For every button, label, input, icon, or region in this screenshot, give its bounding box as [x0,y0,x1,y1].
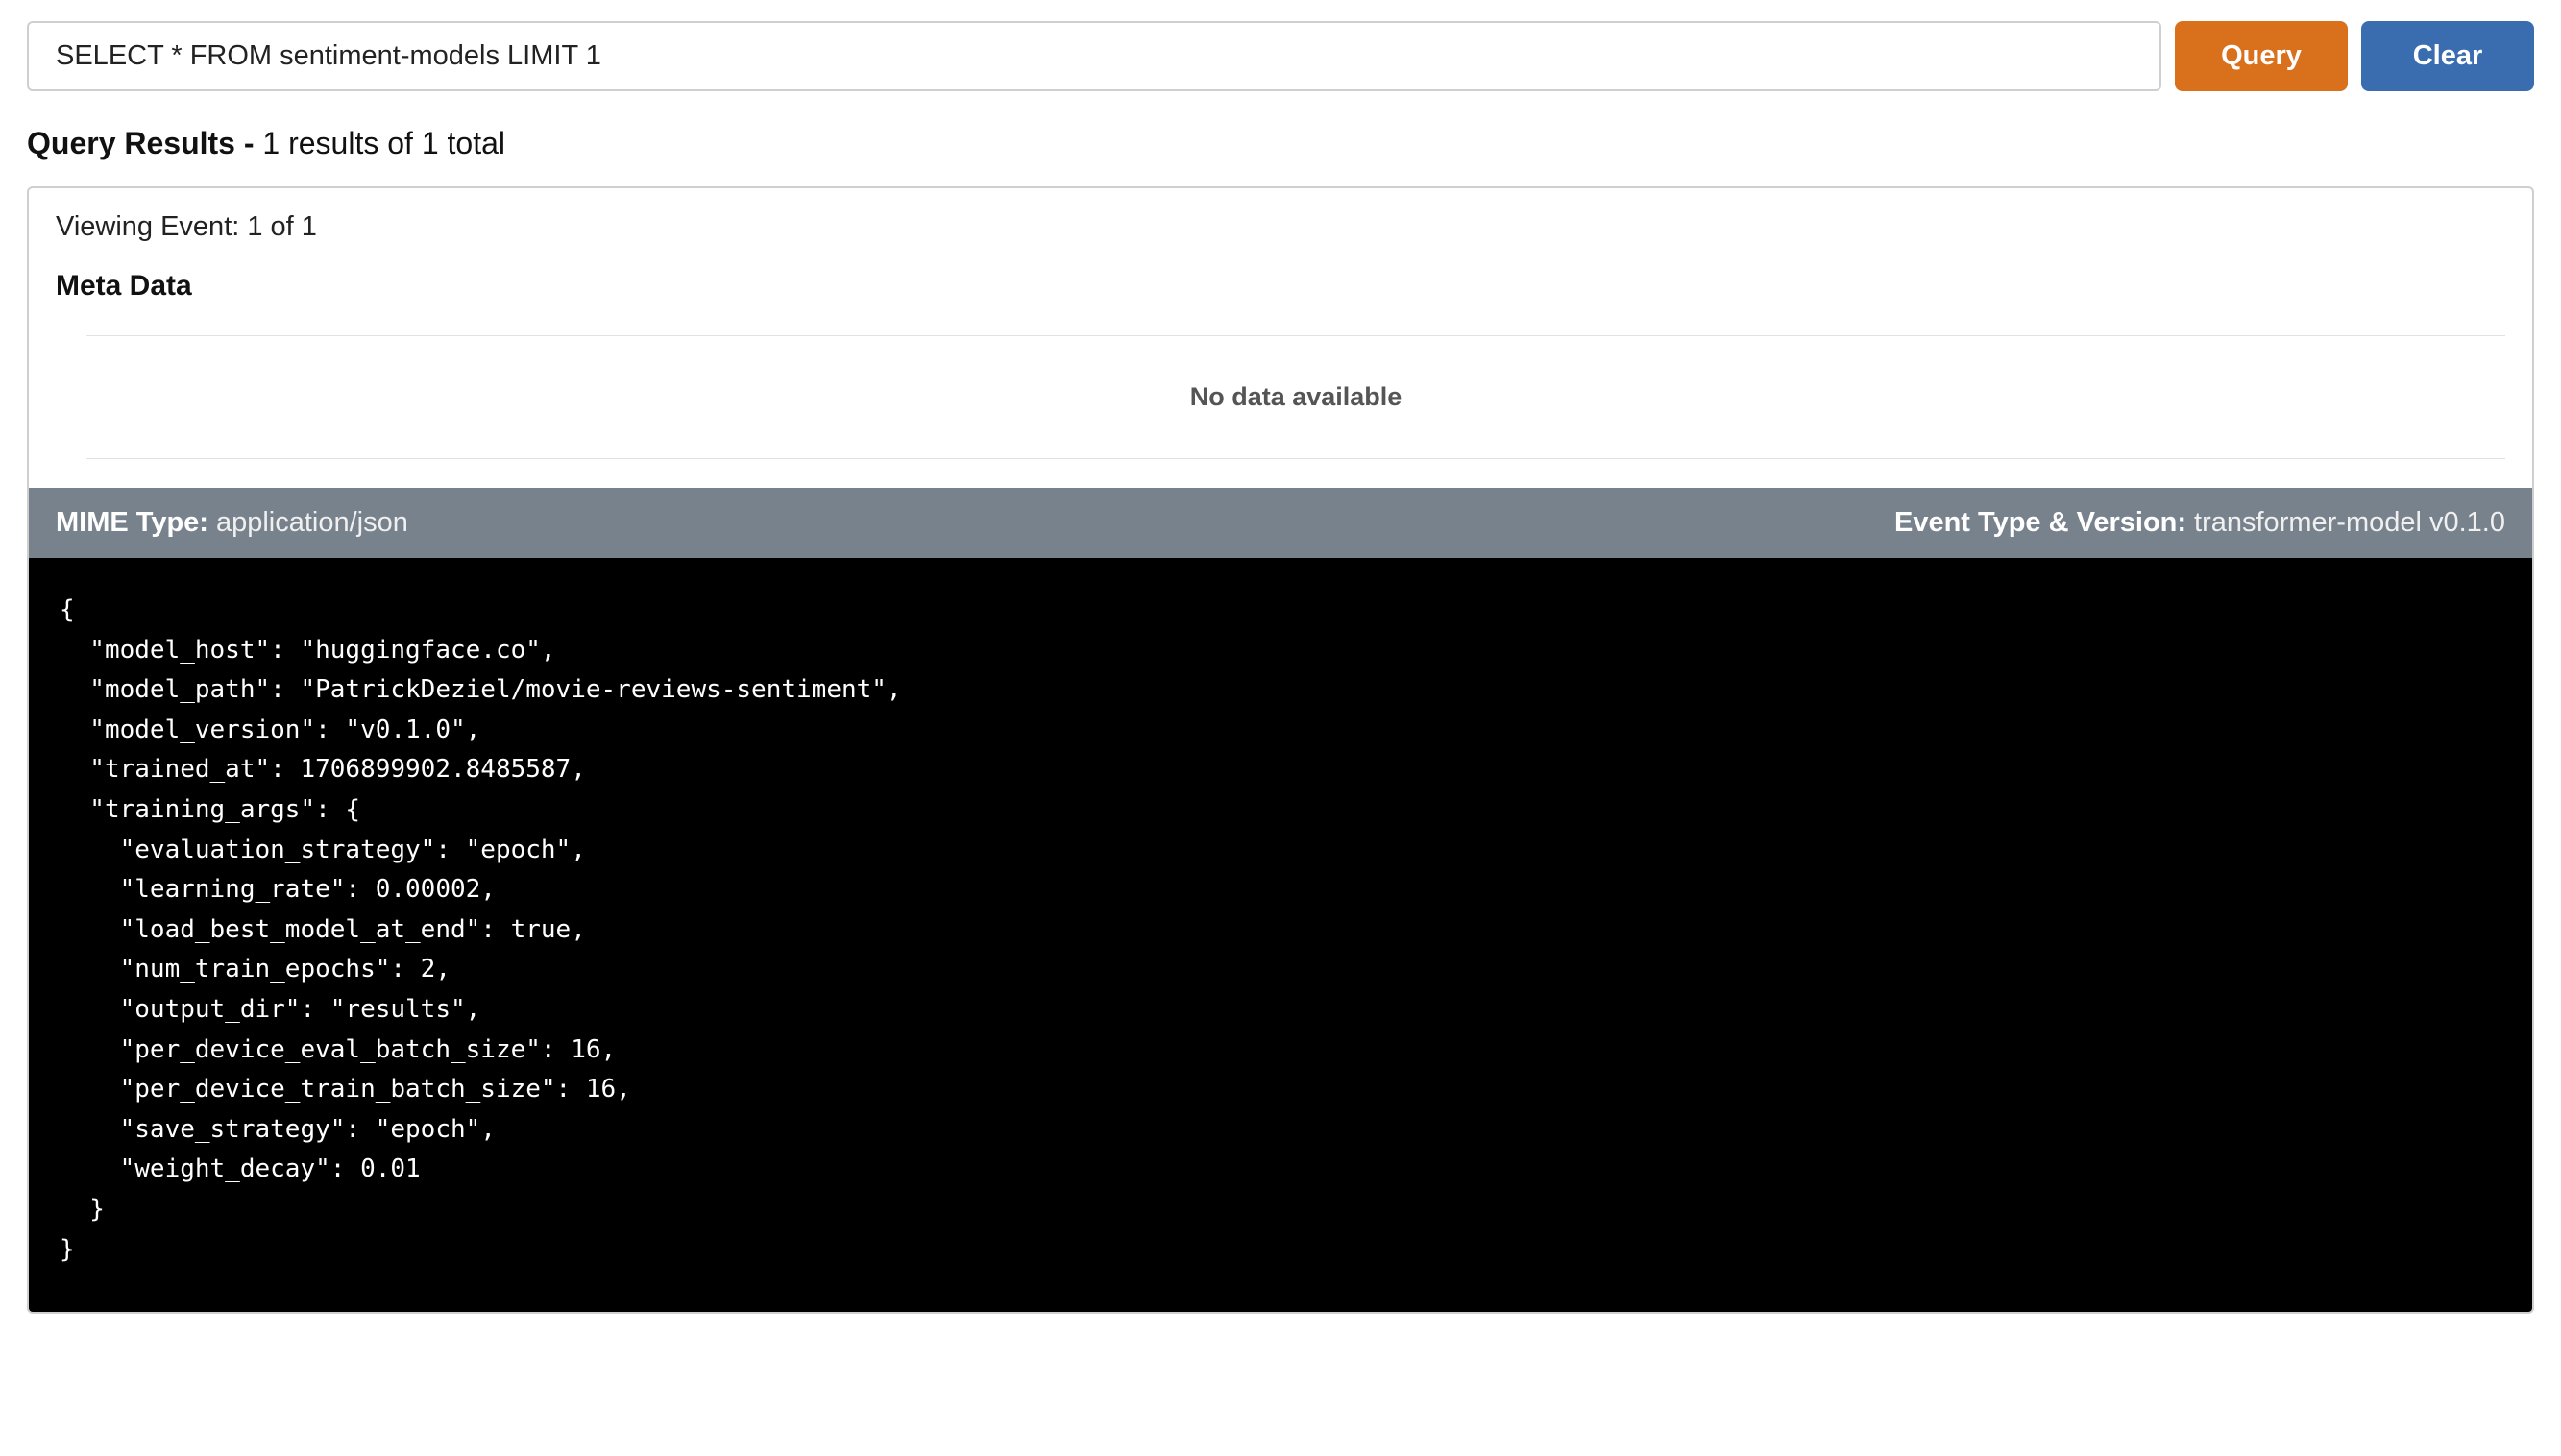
event-type-value: transformer-model v0.1.0 [2194,507,2505,539]
event-type-group: Event Type & Version: transformer-model … [1894,507,2505,539]
results-header: Query Results - 1 results of 1 total [27,126,2534,161]
event-type-label: Event Type & Version: [1894,507,2186,539]
viewing-event-text: Viewing Event: 1 of 1 [56,211,2505,243]
results-header-title: Query Results - [27,126,255,160]
query-bar: Query Clear [27,21,2534,91]
panel-top: Viewing Event: 1 of 1 Meta Data [29,188,2532,303]
clear-button[interactable]: Clear [2361,21,2534,91]
info-bar: MIME Type: application/json Event Type &… [29,488,2532,558]
results-header-count: 1 results of 1 total [255,126,505,160]
query-button[interactable]: Query [2175,21,2348,91]
meta-data-heading: Meta Data [56,270,2505,303]
json-payload[interactable]: { "model_host": "huggingface.co", "model… [29,558,2532,1312]
results-panel: Viewing Event: 1 of 1 Meta Data No data … [27,186,2534,1314]
query-input[interactable] [27,21,2161,91]
no-data-message: No data available [86,336,2505,458]
mime-type-label: MIME Type: [56,507,208,539]
divider [86,458,2505,459]
mime-type-group: MIME Type: application/json [56,507,408,539]
mime-type-value: application/json [216,507,408,539]
meta-data-table: No data available [29,335,2532,488]
